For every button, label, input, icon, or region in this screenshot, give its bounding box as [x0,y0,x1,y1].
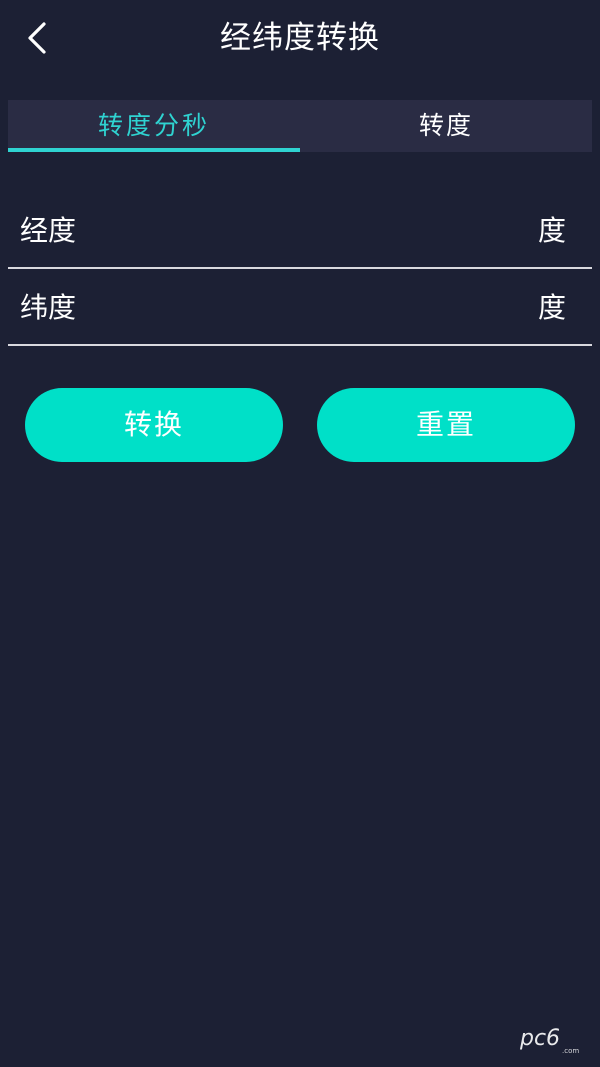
tab-active-indicator [8,148,300,152]
longitude-input[interactable] [108,211,532,253]
latitude-input[interactable] [108,288,532,330]
tab-to-dms[interactable]: 转度分秒 [8,100,300,152]
latitude-label: 纬度 [20,291,77,324]
tab-to-degrees[interactable]: 转度 [300,100,592,152]
pc6-watermark-logo: pc6 .com [519,1026,579,1055]
tab-to-dms-label: 转度分秒 [97,111,210,140]
tab-bar: 转度分秒 转度 [8,100,592,152]
reset-button[interactable]: 重置 [317,388,575,462]
page-title: 经纬度转换 [220,20,380,56]
app-header: 经纬度转换 [0,0,600,78]
latitude-unit: 度 [537,291,566,324]
tab-to-degrees-label: 转度 [418,111,473,140]
svg-text:.com: .com [562,1047,579,1055]
latitude-field: 纬度 度 [8,274,592,346]
convert-button[interactable]: 转换 [25,388,283,462]
longitude-unit: 度 [537,214,566,247]
svg-text:pc6: pc6 [519,1026,560,1051]
longitude-field: 经度 度 [8,197,592,269]
longitude-label: 经度 [20,214,77,247]
